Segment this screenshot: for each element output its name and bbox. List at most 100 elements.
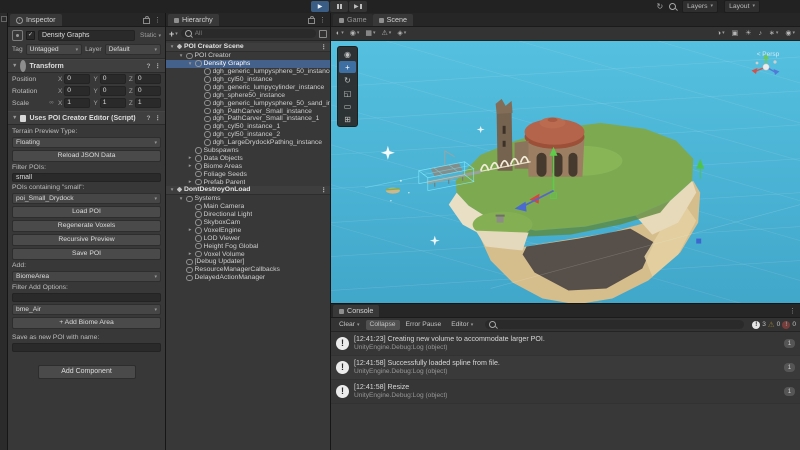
move-tool[interactable]: + [339, 61, 356, 73]
expand-arrow-icon[interactable]: ▸ [187, 155, 193, 161]
transform-component-header[interactable]: ▼ Transform ?⋮ [8, 59, 165, 73]
console-log-entry[interactable]: ![12:41:23] Creating new volume to accom… [331, 332, 800, 356]
hierarchy-item[interactable]: SkyboxCam [166, 219, 330, 227]
expand-arrow-icon[interactable]: ▸ [187, 251, 193, 257]
scale-tool[interactable]: ◱ [339, 87, 356, 99]
grid-visibility-icon[interactable]: ▦▾ [365, 27, 375, 40]
hierarchy-item[interactable]: dgh_cyl50_instance_1 [166, 123, 330, 131]
transform-tool[interactable]: ⊞ [339, 113, 356, 125]
poi-action-button[interactable]: Recursive Preview [12, 234, 161, 246]
hierarchy-item[interactable]: dgh_LargeDrydockPathing_instance [166, 139, 330, 147]
docked-panel-icon[interactable] [1, 16, 7, 22]
axis-value-field[interactable]: 1 [100, 98, 126, 108]
console-log-entry[interactable]: ![12:41:58] Successfully loaded spline f… [331, 356, 800, 380]
hierarchy-item[interactable]: ResourceManagerCallbacks [166, 266, 330, 274]
active-checkbox[interactable]: ✓ [26, 31, 35, 40]
expand-arrow-icon[interactable]: ▸ [187, 179, 193, 185]
filter-pois-input[interactable] [12, 173, 161, 182]
component-menu-icon[interactable]: ⋮ [155, 62, 162, 70]
layout-dropdown[interactable]: Layout▾ [724, 0, 760, 13]
filter-add-options-input[interactable] [12, 293, 161, 302]
warning-count-toggle[interactable]: ⚠0 [768, 321, 780, 329]
poi-select-dropdown[interactable]: poi_Small_Drydock▾ [12, 193, 161, 204]
hierarchy-item[interactable]: ▸Biome Areas [166, 162, 330, 170]
pause-button[interactable] [330, 1, 348, 12]
hierarchy-item[interactable]: [Debug Updater] [166, 258, 330, 266]
tag-dropdown[interactable]: Untagged▾ [26, 44, 82, 55]
expand-arrow-icon[interactable]: ▾ [178, 53, 184, 59]
shading-mode-icon[interactable]: ◐▾ [336, 27, 344, 40]
hierarchy-search-input[interactable]: All [181, 29, 316, 38]
info-count-toggle[interactable]: !3 [752, 321, 766, 329]
scene-options-icon[interactable]: ⋮ [321, 186, 331, 194]
add-biome-area-button[interactable]: + Add Biome Area [12, 317, 161, 329]
expand-arrow-icon[interactable]: ▸ [187, 227, 193, 233]
add-type-dropdown[interactable]: BiomeArea▾ [12, 271, 161, 282]
hierarchy-item[interactable]: Foliage Seeds [166, 170, 330, 178]
play-button[interactable]: ▶ [311, 1, 329, 12]
orientation-gizmo[interactable]: < Persp [746, 53, 790, 58]
hierarchy-item[interactable]: ▸Prefab Parent [166, 178, 330, 186]
hierarchy-item[interactable]: ▾DontDestroyOnLoad⋮ [166, 186, 330, 195]
hierarchy-item[interactable]: dgh_PathCarver_Small_instance [166, 107, 330, 115]
save-as-input[interactable] [12, 343, 161, 352]
hierarchy-item[interactable]: ▾POI Creator [166, 52, 330, 60]
static-dropdown[interactable]: Static▾ [140, 32, 161, 39]
error-count-toggle[interactable]: !0 [782, 321, 796, 329]
hierarchy-item[interactable]: ▾POI Creator Scene⋮ [166, 43, 330, 52]
hierarchy-item[interactable]: dgh_sphere50_instance [166, 91, 330, 99]
hierarchy-item[interactable]: dgh_PathCarver_Small_instance_1 [166, 115, 330, 123]
panel-menu-icon[interactable]: ⋮ [319, 17, 326, 24]
panel-menu-icon[interactable]: ⋮ [789, 308, 796, 315]
collapse-toggle[interactable]: Collapse [366, 320, 400, 330]
frame-icon[interactable]: ▣ [732, 27, 739, 40]
console-log-entry[interactable]: ![12:41:58] ResizeUnityEngine.Debug:Log … [331, 380, 800, 404]
object-name-field[interactable] [38, 30, 135, 41]
gizmos-icon[interactable]: ◉▾ [785, 27, 795, 40]
tab-game[interactable]: Game [333, 14, 373, 26]
axis-value-field[interactable]: 0 [135, 86, 161, 96]
scene-options-icon[interactable]: ⋮ [321, 43, 331, 51]
axis-value-field[interactable]: 0 [64, 74, 90, 84]
terrain-preview-dropdown[interactable]: Floating▾ [12, 137, 161, 148]
component-menu-icon[interactable]: ⋮ [155, 114, 162, 122]
expand-arrow-icon[interactable]: ▸ [187, 163, 193, 169]
biome-option-dropdown[interactable]: bme_Air▾ [12, 304, 161, 315]
hierarchy-item[interactable]: ▸VoxelEngine [166, 226, 330, 234]
scene-picker-icon[interactable] [319, 30, 327, 38]
overlay-menu-icon[interactable]: ◈▾ [397, 27, 406, 40]
axis-value-field[interactable]: 0 [64, 86, 90, 96]
poi-action-button[interactable]: Load POI [12, 206, 161, 218]
error-pause-toggle[interactable]: Error Pause [402, 320, 446, 330]
scale-link-icon[interactable]: ∞ [48, 100, 55, 106]
warning-overlay-icon[interactable]: ⚠▾ [382, 27, 392, 40]
hierarchy-item[interactable]: dgh_cyl50_instance [166, 76, 330, 84]
hierarchy-item[interactable]: dgh_generic_lumpysphere_50_instance [166, 68, 330, 76]
lock-icon[interactable] [143, 18, 150, 24]
hierarchy-item[interactable]: LOD Viewer [166, 234, 330, 242]
view-options-icon[interactable]: ◉▾ [350, 27, 360, 40]
create-object-button[interactable]: +▾ [169, 29, 178, 39]
step-button[interactable]: ▶ [349, 1, 367, 12]
hierarchy-item[interactable]: Main Camera [166, 203, 330, 211]
panel-menu-icon[interactable]: ⋮ [154, 17, 161, 24]
lock-icon[interactable] [308, 18, 315, 24]
foldout-arrow-icon[interactable]: ▼ [12, 63, 17, 69]
hierarchy-item[interactable]: Height Fog Global [166, 242, 330, 250]
hierarchy-item[interactable]: Subspawns [166, 147, 330, 155]
editor-dropdown[interactable]: Editor▾ [447, 320, 477, 330]
help-icon[interactable]: ? [147, 115, 151, 122]
console-search-input[interactable] [485, 320, 744, 329]
clear-button[interactable]: Clear▾ [335, 320, 364, 330]
tab-hierarchy[interactable]: Hierarchy [168, 14, 219, 26]
tab-inspector[interactable]: i Inspector [10, 14, 62, 26]
layers-dropdown[interactable]: Layers▾ [682, 0, 718, 13]
add-component-button[interactable]: Add Component [38, 365, 136, 379]
scene-lighting-icon[interactable]: ☀ [745, 27, 751, 40]
scene-viewport[interactable]: ◉+↻◱▭⊞ < Persp [331, 41, 800, 303]
view-tool[interactable]: ◉ [339, 48, 356, 60]
foldout-arrow-icon[interactable]: ▼ [12, 115, 17, 121]
rotate-tool[interactable]: ↻ [339, 74, 356, 86]
axis-value-field[interactable]: 1 [64, 98, 90, 108]
script-component-header[interactable]: ▼ Uses POI Creator Editor (Script) ?⋮ [8, 111, 165, 125]
